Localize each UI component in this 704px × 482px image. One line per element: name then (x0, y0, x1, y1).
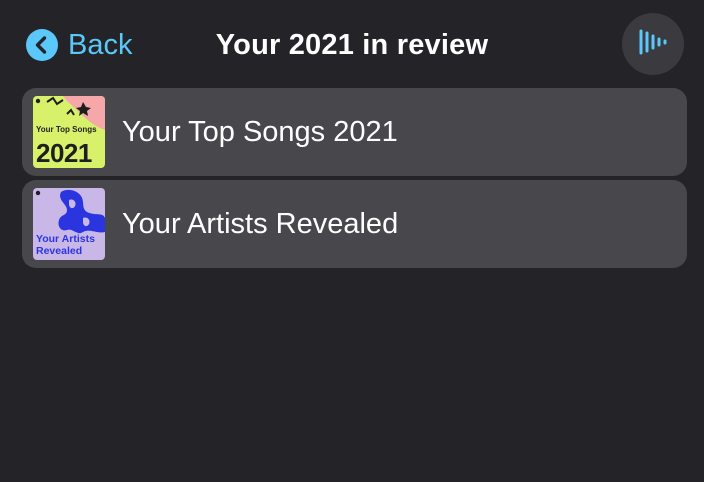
artists-revealed-art-caption-line1: Your Artists (36, 233, 95, 245)
screen: Back Your 2021 in review Your Top Songs … (0, 0, 704, 482)
list-item-label: Your Artists Revealed (122, 208, 399, 240)
list-item-top-songs[interactable]: Your Top Songs 2021 Your Top Songs 2021 (22, 88, 687, 176)
page-title: Your 2021 in review (215, 29, 489, 61)
now-playing-button[interactable] (622, 13, 684, 75)
list-item-label: Your Top Songs 2021 (122, 116, 398, 148)
artists-revealed-art-caption-line2: Revealed (36, 245, 83, 257)
playlist-list: Your Top Songs 2021 Your Top Songs 2021 … (22, 88, 687, 272)
now-playing-waveform-icon (638, 27, 668, 62)
list-item-artists-revealed[interactable]: Your Artists Revealed Your Artists Revea… (22, 180, 687, 268)
artists-revealed-artwork: Your Artists Revealed (33, 188, 105, 260)
top-songs-art-caption: Your Top Songs (36, 125, 97, 134)
header: Back Your 2021 in review (0, 0, 704, 88)
top-songs-art-year: 2021 (36, 138, 92, 168)
top-songs-artwork: Your Top Songs 2021 (33, 96, 105, 168)
